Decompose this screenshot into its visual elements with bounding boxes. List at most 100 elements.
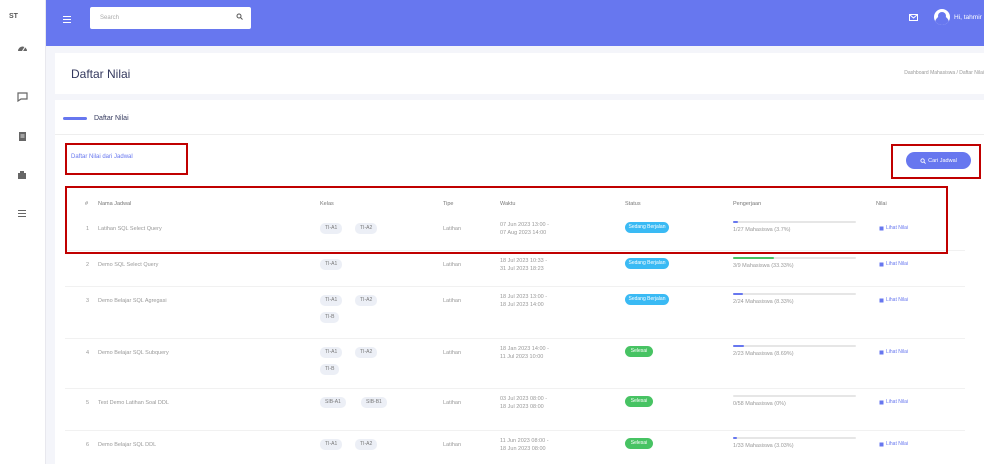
card-title: Daftar Nilai xyxy=(94,115,129,122)
search-schedule-button[interactable]: Cari Jadwal xyxy=(906,152,971,169)
schedule-type: Latihan xyxy=(443,226,462,232)
class-badge: TI-A1 xyxy=(320,347,343,358)
search-input[interactable]: Search xyxy=(100,15,119,21)
status-badge: Selesai xyxy=(625,346,653,357)
row-separator xyxy=(65,250,965,251)
status-badge: Selesai xyxy=(625,396,653,407)
schedule-name: Demo Belajar SQL DDL xyxy=(98,442,157,448)
grades-icon xyxy=(879,262,884,266)
progress-text: 0/58 Mahasiswa (0%) xyxy=(733,401,786,407)
schedule-type: Latihan xyxy=(443,350,462,356)
status-badge: Selesai xyxy=(625,438,653,449)
search-icon[interactable] xyxy=(236,13,243,22)
breadcrumb[interactable]: Dashboard Mahasiswa / Daftar Nilai xyxy=(904,70,984,76)
top-navbar: Search Hi, tahmir xyxy=(46,0,984,46)
hamburger-icon[interactable] xyxy=(63,16,71,24)
schedule-name: Demo Belajar SQL Subquery xyxy=(98,350,169,356)
page-header: Daftar Nilai Dashboard Mahasiswa / Dafta… xyxy=(55,53,984,94)
book-icon[interactable] xyxy=(15,129,29,143)
row-number: 6 xyxy=(86,442,90,448)
grades-icon xyxy=(879,350,884,354)
view-grades-link[interactable]: Lihat Nilai xyxy=(879,261,908,267)
sidebar-logo[interactable]: ST xyxy=(9,13,18,20)
grades-icon xyxy=(879,400,884,404)
progress-bar xyxy=(733,395,856,397)
col-header-nilai[interactable]: Nilai xyxy=(876,201,887,207)
class-badge: TI-A2 xyxy=(355,347,378,358)
view-grades-label: Lihat Nilai xyxy=(886,349,908,355)
row-separator xyxy=(65,286,965,287)
progress-fill xyxy=(733,257,774,259)
row-separator xyxy=(65,388,965,389)
row-separator xyxy=(65,338,965,339)
col-header-pengerjaan[interactable]: Pengerjaan xyxy=(733,201,761,207)
class-badge: TI-B xyxy=(320,312,340,323)
page-title: Daftar Nilai xyxy=(71,67,131,81)
schedule-type: Latihan xyxy=(443,442,462,448)
row-number: 1 xyxy=(86,226,90,232)
view-grades-label: Lihat Nilai xyxy=(886,297,908,303)
card-header-accent xyxy=(63,117,87,120)
schedule-name: Demo Belajar SQL Agregasi xyxy=(98,298,167,304)
progress-fill xyxy=(733,221,738,223)
row-number: 5 xyxy=(86,400,90,406)
view-grades-link[interactable]: Lihat Nilai xyxy=(879,225,908,231)
view-grades-label: Lihat Nilai xyxy=(886,441,908,447)
col-header-kelas[interactable]: Kelas xyxy=(320,201,334,207)
progress-bar xyxy=(733,293,856,295)
row-number: 3 xyxy=(86,298,90,304)
schedule-time-end: 18 Jun 2023 08:00 xyxy=(500,446,546,452)
progress-text: 1/33 Mahasiswa (3.03%) xyxy=(733,443,794,449)
search-box[interactable]: Search xyxy=(90,7,251,29)
schedule-name: Test Demo Latihan Soal DDL xyxy=(98,400,169,406)
schedule-time-start: 07 Jun 2023 13:00 - xyxy=(500,222,549,228)
col-header-waktu[interactable]: Waktu xyxy=(500,201,515,207)
status-badge: Sedang Berjalan xyxy=(625,222,669,233)
chat-icon[interactable] xyxy=(15,90,29,104)
content-card: Daftar Nilai Daftar Nilai dari Jadwal Ca… xyxy=(55,100,984,464)
schedule-name: Latihan SQL Select Query xyxy=(98,226,162,232)
progress-bar xyxy=(733,345,856,347)
schedule-time-start: 03 Jul 2023 08:00 - xyxy=(500,396,548,402)
sidebar: ST xyxy=(0,0,46,464)
progress-text: 2/23 Mahasiswa (8.69%) xyxy=(733,351,794,357)
schedule-time-start: 18 Jan 2023 14:00 - xyxy=(500,346,549,352)
view-grades-link[interactable]: Lihat Nilai xyxy=(879,441,908,447)
class-badge: SIB-B1 xyxy=(361,397,387,408)
status-badge: Sedang Berjalan xyxy=(625,258,669,269)
class-badge: TI-B xyxy=(320,364,340,375)
schedule-time-end: 07 Aug 2023 14:00 xyxy=(500,230,547,236)
schedule-name: Demo SQL Select Query xyxy=(98,262,159,268)
row-number: 2 xyxy=(86,262,90,268)
search-schedule-label: Cari Jadwal xyxy=(928,157,957,164)
schedule-type: Latihan xyxy=(443,262,462,268)
avatar[interactable] xyxy=(934,9,950,25)
col-header-status[interactable]: Status xyxy=(625,201,641,207)
menu-icon[interactable] xyxy=(15,206,29,220)
status-badge: Sedang Berjalan xyxy=(625,294,669,305)
progress-fill xyxy=(733,437,737,439)
document-icon[interactable] xyxy=(15,168,29,182)
dashboard-icon[interactable] xyxy=(15,40,29,54)
class-badge: TI-A1 xyxy=(320,223,343,234)
schedule-time-end: 11 Jul 2023 10:00 xyxy=(500,354,544,360)
card-divider xyxy=(55,134,984,135)
notification-icon[interactable] xyxy=(909,14,918,24)
row-separator xyxy=(65,430,965,431)
col-header-tipe[interactable]: Tipe xyxy=(443,201,454,207)
schedule-type: Latihan xyxy=(443,400,462,406)
col-header-nama[interactable]: Nama Jadwal xyxy=(98,201,131,207)
class-badge: TI-A1 xyxy=(320,295,343,306)
user-name[interactable]: Hi, tahmir xyxy=(954,14,982,21)
progress-bar xyxy=(733,257,856,259)
schedule-time-end: 31 Jul 2023 18:23 xyxy=(500,266,544,272)
view-grades-link[interactable]: Lihat Nilai xyxy=(879,349,908,355)
grades-icon xyxy=(879,226,884,230)
view-grades-link[interactable]: Lihat Nilai xyxy=(879,297,908,303)
col-header-no: # xyxy=(85,201,89,207)
view-grades-link[interactable]: Lihat Nilai xyxy=(879,399,908,405)
schedule-time-start: 11 Jun 2023 08:00 - xyxy=(500,438,549,444)
class-badge: TI-A1 xyxy=(320,259,343,270)
row-number: 4 xyxy=(86,350,90,356)
class-badge: TI-A2 xyxy=(355,439,378,450)
